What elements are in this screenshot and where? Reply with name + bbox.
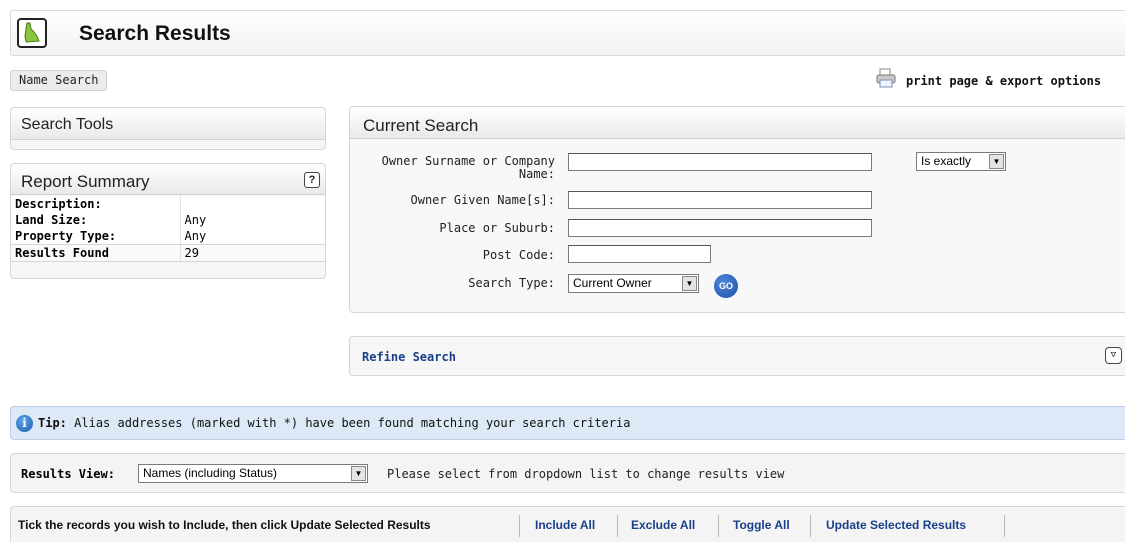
tip-prefix: Tip: bbox=[38, 416, 67, 430]
results-view-select[interactable]: Names (including Status) ▼ bbox=[138, 464, 368, 483]
separator bbox=[617, 515, 618, 537]
separator bbox=[519, 515, 520, 537]
chevron-down-icon: ▼ bbox=[351, 466, 366, 481]
help-icon[interactable]: ? bbox=[304, 172, 320, 188]
update-selected-results-link[interactable]: Update Selected Results bbox=[826, 518, 966, 532]
summary-row-description: Description: bbox=[11, 196, 325, 212]
summary-label: Property Type: bbox=[11, 228, 180, 245]
owner-surname-input[interactable] bbox=[568, 153, 872, 171]
search-type-value: Current Owner bbox=[573, 276, 652, 290]
include-all-link[interactable]: Include All bbox=[535, 518, 595, 532]
report-summary-panel: Report Summary ? Description: Land Size:… bbox=[10, 163, 326, 279]
go-button[interactable]: GO bbox=[714, 274, 738, 298]
page-title: Search Results bbox=[79, 22, 231, 45]
owner-given-name-input[interactable] bbox=[568, 191, 872, 209]
tab-name-search[interactable]: Name Search bbox=[10, 70, 108, 91]
summary-row-results-found: Results Found 29 bbox=[11, 244, 325, 262]
info-icon: i bbox=[16, 415, 33, 432]
separator bbox=[1004, 515, 1005, 537]
match-type-value: Is exactly bbox=[921, 154, 972, 168]
current-search-heading: Current Search bbox=[350, 107, 1125, 139]
search-type-label: Search Type: bbox=[468, 276, 555, 290]
results-view-value: Names (including Status) bbox=[143, 466, 278, 480]
summary-value bbox=[179, 196, 325, 212]
summary-label: Description: bbox=[11, 196, 180, 212]
tip-bar: i Tip: Alias addresses (marked with *) h… bbox=[10, 406, 1125, 440]
page-header: Search Results bbox=[10, 10, 1125, 56]
place-label: Place or Suburb: bbox=[439, 221, 555, 235]
refine-search-panel: Refine Search ▽ bbox=[349, 336, 1125, 376]
surname-label-line2: Name: bbox=[518, 167, 555, 181]
print-export-label: print page & export options bbox=[906, 74, 1102, 88]
results-view-label: Results View: bbox=[21, 467, 115, 481]
postcode-label: Post Code: bbox=[482, 248, 555, 262]
chevron-down-icon: ▼ bbox=[989, 154, 1004, 169]
surname-label-line1: Owner Surname or Company bbox=[381, 154, 555, 168]
report-summary-heading: Report Summary ? bbox=[11, 164, 325, 195]
summary-value: Any bbox=[179, 212, 325, 228]
summary-row-property-type: Property Type: Any bbox=[11, 228, 325, 245]
records-instruction: Tick the records you wish to Include, th… bbox=[18, 518, 431, 532]
tip-text: Alias addresses (marked with *) have bee… bbox=[74, 416, 631, 430]
summary-value: Any bbox=[179, 228, 325, 245]
records-action-bar: Tick the records you wish to Include, th… bbox=[10, 506, 1125, 542]
results-view-bar: Results View: Names (including Status) ▼… bbox=[10, 453, 1125, 493]
search-type-select[interactable]: Current Owner ▼ bbox=[568, 274, 699, 293]
summary-value: 29 bbox=[179, 244, 325, 262]
summary-row-land-size: Land Size: Any bbox=[11, 212, 325, 228]
printer-icon bbox=[875, 67, 897, 96]
place-suburb-input[interactable] bbox=[568, 219, 872, 237]
given-name-label: Owner Given Name[s]: bbox=[410, 193, 556, 207]
postcode-input[interactable] bbox=[568, 245, 711, 263]
chevron-down-icon: ▼ bbox=[682, 276, 697, 291]
separator bbox=[718, 515, 719, 537]
print-export-link[interactable]: print page & export options bbox=[875, 67, 1102, 96]
exclude-all-link[interactable]: Exclude All bbox=[631, 518, 695, 532]
summary-label: Results Found bbox=[11, 244, 180, 262]
match-type-select[interactable]: Is exactly ▼ bbox=[916, 152, 1006, 171]
current-search-panel: Current Search Owner Surname or Company … bbox=[349, 106, 1125, 313]
refine-search-link[interactable]: Refine Search bbox=[362, 350, 456, 364]
separator bbox=[810, 515, 811, 537]
summary-label: Land Size: bbox=[11, 212, 180, 228]
results-view-hint: Please select from dropdown list to chan… bbox=[387, 467, 785, 481]
expand-toggle-icon[interactable]: ▽ bbox=[1105, 347, 1122, 364]
report-summary-title: Report Summary bbox=[21, 172, 150, 191]
summary-table: Description: Land Size: Any Property Typ… bbox=[11, 196, 325, 262]
toggle-all-link[interactable]: Toggle All bbox=[733, 518, 790, 532]
search-tools-heading: Search Tools bbox=[11, 108, 325, 140]
state-map-icon bbox=[17, 18, 47, 48]
search-tools-panel: Search Tools bbox=[10, 107, 326, 150]
tip-message: Tip: Alias addresses (marked with *) hav… bbox=[38, 416, 630, 430]
